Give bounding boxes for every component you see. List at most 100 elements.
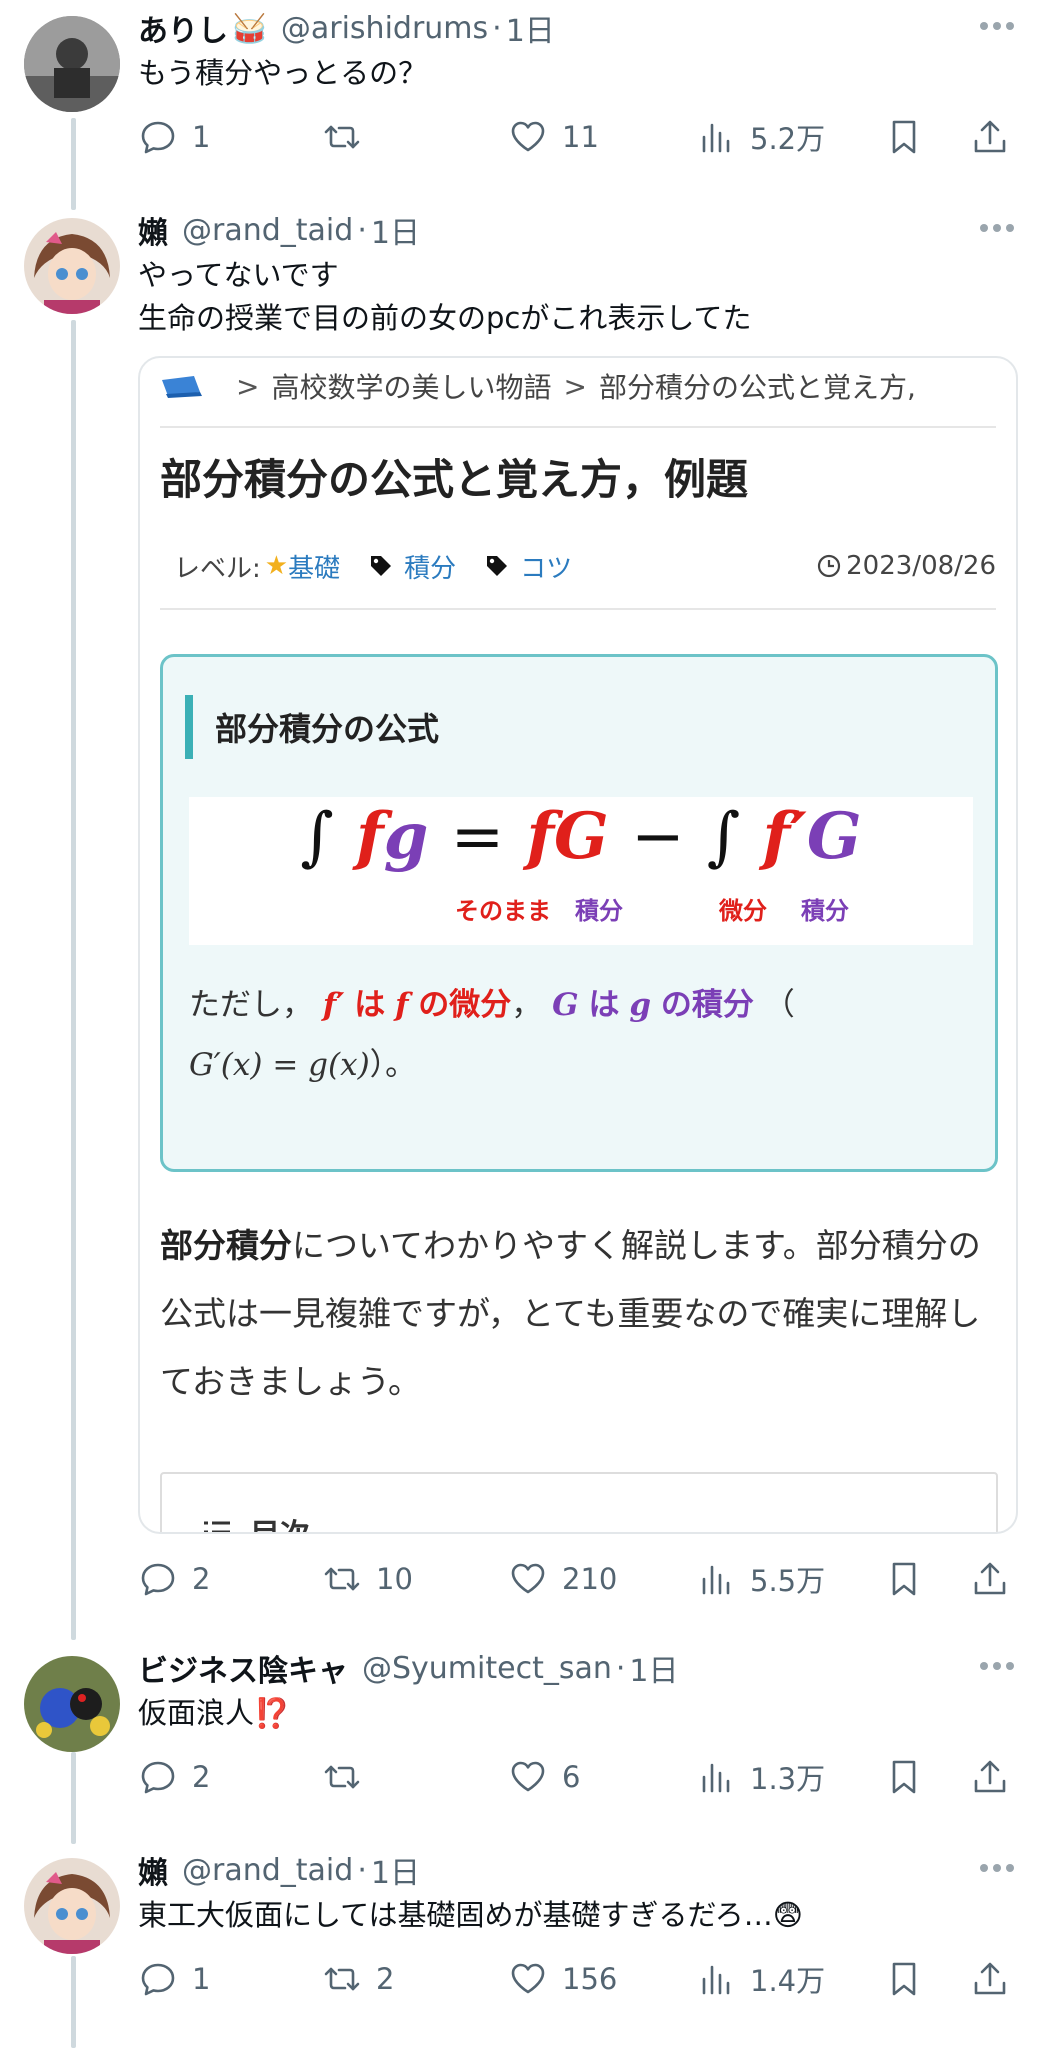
action-bar: 1 11 5.2万 (138, 112, 1018, 162)
repost-count: 10 (376, 1562, 413, 1596)
note-derivative: 微分 (719, 897, 767, 925)
bookmark-button[interactable] (884, 112, 924, 162)
avatar[interactable] (24, 1656, 120, 1752)
integral-sign: ∫ (706, 800, 741, 874)
home-icon[interactable] (160, 374, 204, 398)
breadcrumb-separator: > (563, 369, 587, 403)
tag-label: 積分 (404, 553, 457, 584)
reply-icon (141, 1761, 175, 1794)
repost-button[interactable] (322, 112, 376, 162)
formula-box: 部分積分の公式 ∫ fg = fG − ∫ f′G そのまま 積分 微分 積分 … (160, 654, 998, 1172)
display-name[interactable]: 嬾 (138, 1848, 168, 1892)
more-options-icon[interactable] (980, 224, 1014, 232)
views-button[interactable]: 1.3万 (696, 1752, 825, 1802)
toc-header: 目次 (202, 1510, 310, 1532)
reply-count: 2 (192, 1562, 211, 1596)
more-options-icon[interactable] (980, 1864, 1014, 1872)
math-fprime: f′ (322, 987, 345, 1023)
math-G: G (552, 987, 579, 1023)
text-fragment: は (588, 987, 620, 1023)
breadcrumb-item[interactable]: 部分積分の公式と覚え方, (599, 366, 916, 406)
reply-button[interactable]: 1 (138, 112, 210, 162)
article-title: 部分積分の公式と覚え方，例題 (160, 455, 749, 504)
views-button[interactable]: 5.2万 (696, 112, 825, 162)
share-button[interactable] (970, 1954, 1010, 2004)
formula-panel: ∫ fg = fG − ∫ f′G そのまま 積分 微分 積分 (189, 797, 973, 945)
bookmark-button[interactable] (884, 1954, 924, 2004)
share-button[interactable] (970, 1554, 1010, 1604)
reply-button[interactable]: 1 (138, 1954, 210, 2004)
divider (160, 608, 996, 610)
post-time[interactable]: 1日 (371, 1848, 420, 1892)
user-handle[interactable]: @rand_taid (182, 213, 353, 248)
reply-button[interactable]: 2 (138, 1554, 210, 1604)
post-header: ありし 🥁 @arishidrums · 1日 (138, 6, 1024, 50)
post-text: 東工大仮面にしては基礎固めが基礎すぎるだろ…😨 (138, 1894, 803, 1937)
repost-icon (324, 1967, 360, 1991)
display-name[interactable]: 嬾 (138, 208, 168, 252)
share-button[interactable] (970, 1752, 1010, 1802)
share-icon (974, 1760, 1006, 1793)
post[interactable]: 嬾 @rand_taid · 1日 やってないです 生命の授業で目の前の女のpc… (0, 202, 1044, 1652)
post-text: もう積分やっとるの？ (138, 52, 427, 95)
repost-button[interactable]: 10 (322, 1554, 413, 1604)
math-g: g (629, 987, 652, 1023)
breadcrumb: > 高校数学の美しい物語 > 部分積分の公式と覚え方, (160, 358, 916, 414)
level-label: レベル: (174, 553, 261, 584)
math-relation: G′(x) = g(x) (189, 1047, 370, 1083)
more-options-icon[interactable] (980, 22, 1014, 30)
post[interactable]: 嬾 @rand_taid · 1日 東工大仮面にしては基礎固めが基礎すぎるだろ…… (0, 1842, 1044, 2048)
user-handle[interactable]: @Syumitect_san (362, 1651, 612, 1686)
level-value[interactable]: 基礎 (288, 548, 340, 585)
heart-icon (511, 1563, 545, 1594)
repost-button[interactable]: 2 (322, 1954, 394, 2004)
reply-button[interactable]: 2 (138, 1752, 210, 1802)
views-button[interactable]: 5.5万 (696, 1554, 825, 1604)
formula-G: G (806, 799, 862, 874)
share-button[interactable] (970, 112, 1010, 162)
table-of-contents[interactable]: 目次 (160, 1472, 998, 1532)
bookmark-button[interactable] (884, 1752, 924, 1802)
separator-dot: · (357, 1852, 367, 1888)
reply-count: 2 (192, 1760, 211, 1794)
breadcrumb-item[interactable]: 高校数学の美しい物語 (271, 366, 551, 406)
share-icon (974, 1562, 1006, 1595)
text-fragment: ， (511, 987, 543, 1023)
post-time[interactable]: 1日 (629, 1646, 678, 1690)
display-name[interactable]: ビジネス陰キャ (138, 1646, 348, 1690)
post[interactable]: ビジネス陰キャ @Syumitect_san · 1日 仮面浪人⁉️ 2 6 1… (0, 1640, 1044, 1840)
post-text-line: 仮面浪人⁉️ (138, 1696, 291, 1730)
avatar[interactable] (24, 1858, 120, 1954)
action-bar: 2 10 210 5.5万 (138, 1554, 1018, 1604)
like-button[interactable]: 210 (508, 1554, 617, 1604)
bookmark-button[interactable] (884, 1554, 924, 1604)
article-meta: レベル: ★ 基礎 積分 コツ 2023/08/26 (174, 544, 996, 588)
views-button[interactable]: 1.4万 (696, 1954, 825, 2004)
repost-button[interactable] (322, 1752, 376, 1802)
formula-g: g (383, 799, 429, 874)
user-handle[interactable]: @arishidrums (281, 11, 488, 46)
post-text-line: 生命の授業で目の前の女のpcがこれ表示してた (138, 301, 752, 335)
post-time[interactable]: 1日 (506, 6, 555, 50)
action-bar: 1 2 156 1.4万 (138, 1954, 1018, 2004)
post-header: ビジネス陰キャ @Syumitect_san · 1日 (138, 1646, 1024, 1690)
post-time[interactable]: 1日 (371, 208, 420, 252)
avatar[interactable] (24, 16, 120, 112)
like-button[interactable]: 11 (508, 112, 599, 162)
avatar[interactable] (24, 218, 120, 314)
more-options-icon[interactable] (980, 1662, 1014, 1670)
display-name[interactable]: ありし (138, 6, 228, 50)
note-integral: 積分 (575, 897, 623, 925)
formula-fprime: f′ (762, 799, 807, 874)
formula-explanation: ただし， f′ は f の微分， G は g の積分 （ G′(x) = g(x… (189, 975, 979, 1095)
tag-item[interactable]: 積分 (368, 548, 456, 585)
post[interactable]: ありし 🥁 @arishidrums · 1日 もう積分やっとるの？ 1 11 … (0, 0, 1044, 200)
like-button[interactable]: 6 (508, 1752, 580, 1802)
like-button[interactable]: 156 (508, 1954, 617, 2004)
tag-item[interactable]: コツ (484, 548, 572, 585)
text-fragment: ただし， (189, 987, 313, 1023)
clock-icon (818, 554, 841, 578)
embedded-image-card[interactable]: > 高校数学の美しい物語 > 部分積分の公式と覚え方, 部分積分の公式と覚え方，… (138, 356, 1018, 1534)
user-handle[interactable]: @rand_taid (182, 1853, 353, 1888)
integral-sign: ∫ (300, 800, 334, 874)
